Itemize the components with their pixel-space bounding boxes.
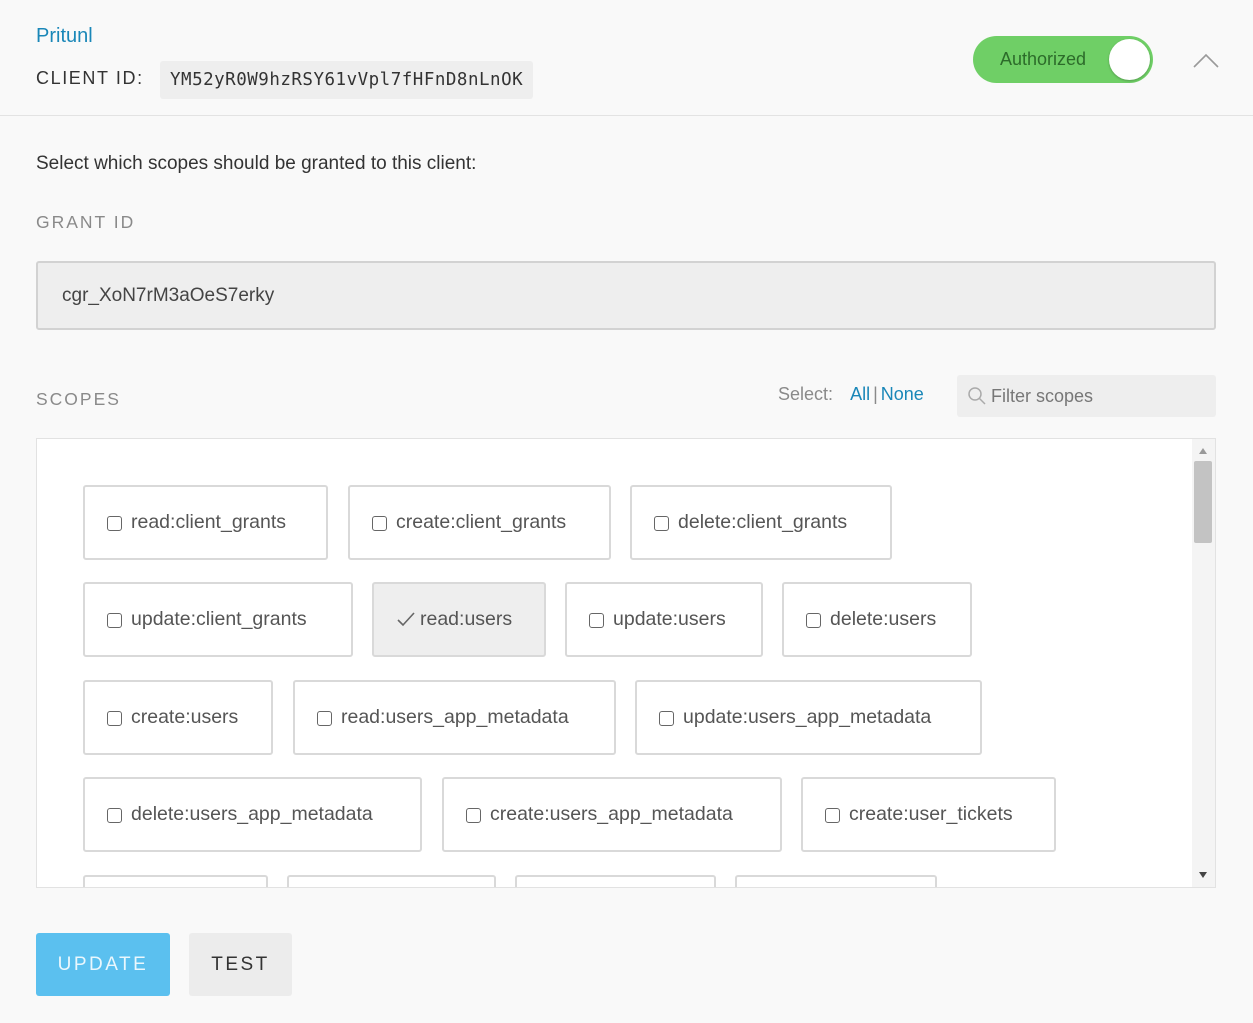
scope-option[interactable]: create:client_grants — [348, 485, 611, 560]
client-grant-page: Pritunl CLIENT ID: YM52yR0W9hzRSY61vVpl7… — [0, 0, 1253, 1023]
scope-label: delete:users_app_metadata — [131, 803, 373, 825]
app-name-link[interactable]: Pritunl — [36, 25, 93, 48]
search-icon — [968, 387, 986, 405]
scope-label: create:user_tickets — [849, 803, 1013, 825]
scroll-up-arrow-icon[interactable] — [1198, 447, 1208, 455]
scope-label: create:users — [131, 706, 239, 728]
select-label: Select: — [778, 384, 834, 404]
checkbox[interactable] — [317, 711, 332, 726]
scope-option[interactable]: delete:users — [782, 582, 972, 657]
checkbox[interactable] — [806, 613, 821, 628]
test-button[interactable]: TEST — [189, 933, 292, 996]
scope-option-clipped[interactable] — [83, 875, 268, 887]
scrollbar-thumb[interactable] — [1194, 461, 1212, 543]
scope-option[interactable]: update:client_grants — [83, 582, 353, 657]
scope-option[interactable]: create:user_tickets — [801, 777, 1056, 852]
scopes-instructions: Select which scopes should be granted to… — [36, 153, 477, 174]
scope-option-clipped[interactable] — [735, 875, 937, 887]
scope-option[interactable]: read:users_app_metadata — [293, 680, 616, 755]
scope-option[interactable]: create:users_app_metadata — [442, 777, 782, 852]
select-all-none: Select: All | None — [778, 384, 924, 405]
scope-label: update:client_grants — [131, 608, 307, 630]
checkbox[interactable] — [107, 808, 122, 823]
scopes-panel: read:client_grants create:client_grants … — [36, 438, 1216, 888]
collapse-button[interactable] — [1189, 46, 1223, 76]
scope-label: update:users_app_metadata — [683, 706, 932, 728]
checkbox[interactable] — [659, 711, 674, 726]
checkmark-icon[interactable] — [396, 610, 416, 628]
scope-label: create:users_app_metadata — [490, 803, 733, 825]
scope-option[interactable]: update:users_app_metadata — [635, 680, 982, 755]
checkbox[interactable] — [372, 516, 387, 531]
scopes-label: SCOPES — [36, 389, 121, 409]
client-id-value: YM52yR0W9hzRSY61vVpl7fHFnD8nLnOK — [160, 61, 534, 99]
scope-option-clipped[interactable] — [287, 875, 496, 887]
scope-option-clipped[interactable] — [515, 875, 716, 887]
checkbox[interactable] — [589, 613, 604, 628]
scope-option[interactable]: delete:users_app_metadata — [83, 777, 422, 852]
scope-label: update:users — [613, 608, 726, 630]
filter-scopes-input[interactable] — [991, 375, 1211, 417]
client-id-label: CLIENT ID: — [36, 68, 144, 88]
update-button[interactable]: UPDATE — [36, 933, 170, 996]
grant-id-label: GRANT ID — [36, 212, 136, 232]
scope-list: read:client_grants create:client_grants … — [37, 439, 1193, 887]
authorized-toggle[interactable]: Authorized — [973, 36, 1153, 83]
scope-option[interactable]: read:client_grants — [83, 485, 328, 560]
checkbox[interactable] — [825, 808, 840, 823]
select-none-link[interactable]: None — [881, 384, 924, 404]
scroll-down-arrow-icon[interactable] — [1198, 871, 1208, 879]
scopes-scrollbar[interactable] — [1192, 439, 1215, 887]
scope-label: read:client_grants — [131, 511, 287, 533]
scope-label: read:users_app_metadata — [341, 706, 569, 728]
scope-label: read:users — [420, 608, 513, 630]
scope-option[interactable]: create:users — [83, 680, 273, 755]
checkbox[interactable] — [107, 711, 122, 726]
filter-scopes-box[interactable] — [957, 375, 1216, 417]
chevron-up-icon — [1193, 53, 1219, 68]
grant-id-field[interactable] — [36, 261, 1216, 330]
checkbox[interactable] — [466, 808, 481, 823]
authorized-toggle-label: Authorized — [1000, 49, 1087, 69]
scope-option[interactable]: delete:client_grants — [630, 485, 892, 560]
client-header: Pritunl CLIENT ID: YM52yR0W9hzRSY61vVpl7… — [0, 0, 1253, 116]
select-all-link[interactable]: All — [850, 384, 870, 404]
checkbox[interactable] — [107, 613, 122, 628]
toggle-knob — [1109, 39, 1150, 80]
select-separator: | — [873, 384, 878, 404]
checkbox[interactable] — [654, 516, 669, 531]
scope-label: create:client_grants — [396, 511, 567, 533]
scope-label: delete:client_grants — [678, 511, 848, 533]
checkbox[interactable] — [107, 516, 122, 531]
scope-option[interactable]: update:users — [565, 582, 763, 657]
scope-option-selected[interactable]: read:users — [372, 582, 546, 657]
scope-label: delete:users — [830, 608, 937, 630]
